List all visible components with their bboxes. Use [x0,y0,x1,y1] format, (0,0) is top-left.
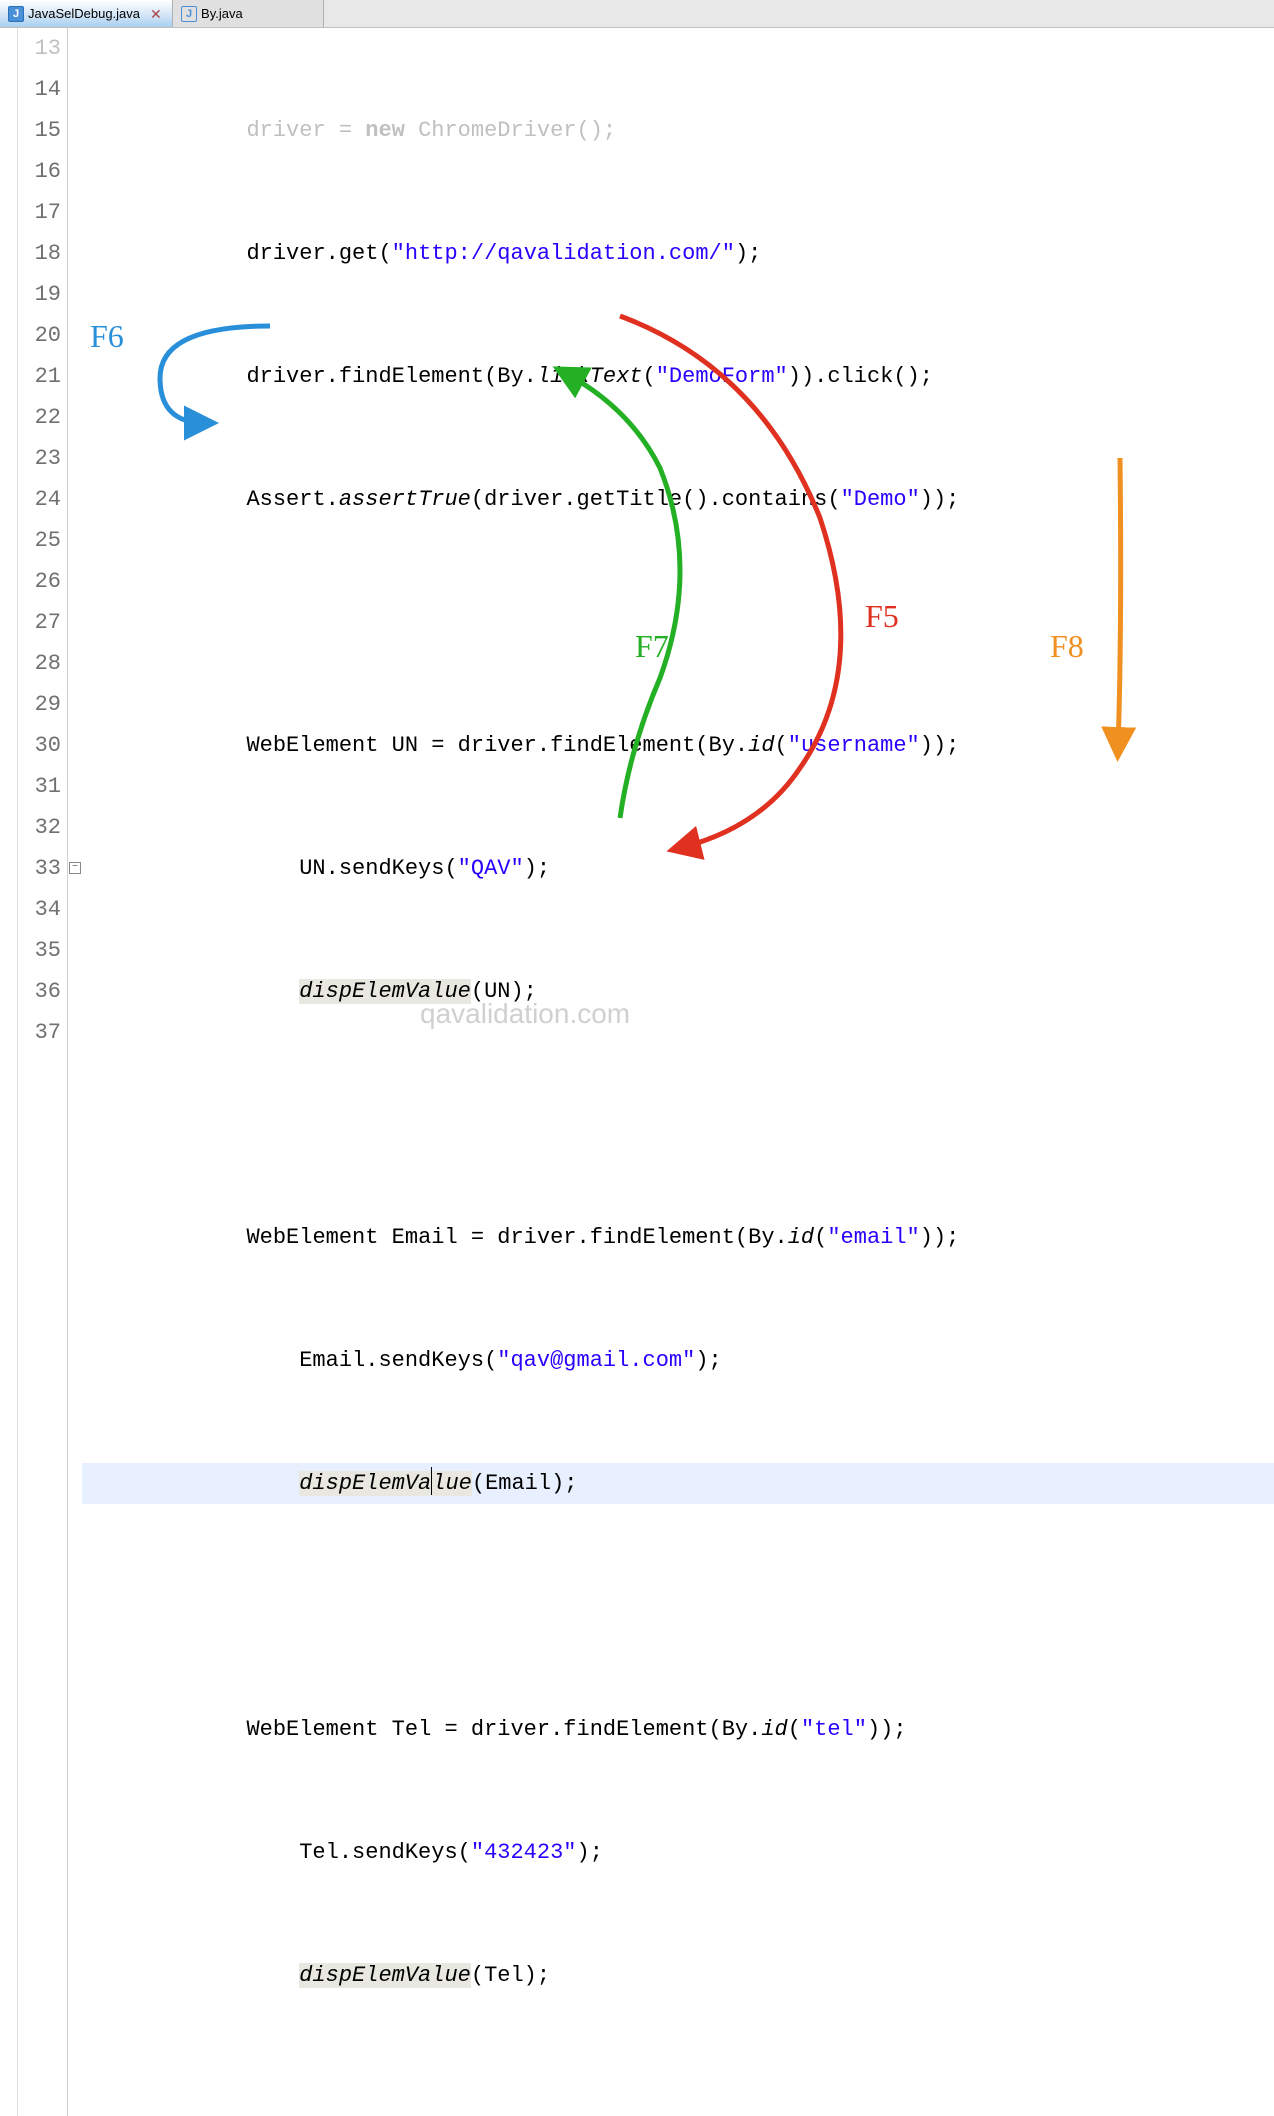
line-number: 18 [18,233,61,274]
line-number: 24 [18,479,61,520]
code-line: driver.findElement(By.linkText("DemoForm… [82,356,1274,397]
tab-by[interactable]: J By.java [173,0,324,27]
code-line: Assert.assertTrue(driver.getTitle().cont… [82,479,1274,520]
line-number: 19 [18,274,61,315]
code-line [82,1094,1274,1135]
code-line [82,2078,1274,2116]
code-line [82,1586,1274,1627]
code-line: driver.get("http://qavalidation.com/"); [82,233,1274,274]
code-editor[interactable]: 13 14 15 16 17 18 19 20 21 22 23 24 25 2… [0,28,1274,2116]
line-number: 23 [18,438,61,479]
tab-javaseldebug[interactable]: J JavaSelDebug.java ✕ [0,0,173,27]
line-number: 16 [18,151,61,192]
marker-gutter [0,28,18,2116]
code-line [82,602,1274,643]
java-file-icon: J [8,6,24,22]
fold-gutter: − [68,28,82,2116]
code-line: WebElement Email = driver.findElement(By… [82,1217,1274,1258]
code-line: WebElement Tel = driver.findElement(By.i… [82,1709,1274,1750]
line-number: 17 [18,192,61,233]
line-number: 34 [18,889,61,930]
code-line: dispElemValue(UN); [82,971,1274,1012]
line-number: 32 [18,807,61,848]
line-number: 13 [18,28,61,69]
line-number: 28 [18,643,61,684]
line-number: 35 [18,930,61,971]
code-line: Email.sendKeys("qav@gmail.com"); [82,1340,1274,1381]
code-line-current: dispElemValue(Email); [82,1463,1274,1504]
line-number: 27 [18,602,61,643]
code-line: WebElement UN = driver.findElement(By.id… [82,725,1274,766]
line-number: 14 [18,69,61,110]
line-number: 20 [18,315,61,356]
line-number: 33 [18,848,61,889]
code-line: driver = new ChromeDriver(); [82,110,1274,151]
line-number: 26 [18,561,61,602]
fold-collapse-icon[interactable]: − [69,862,81,874]
tab-label: By.java [201,6,243,21]
line-number: 31 [18,766,61,807]
line-number: 30 [18,725,61,766]
line-number: 15 [18,110,61,151]
close-icon[interactable]: ✕ [150,8,162,20]
line-number: 37 [18,1012,61,1053]
line-number: 36 [18,971,61,1012]
line-number: 25 [18,520,61,561]
tab-bar: J JavaSelDebug.java ✕ J By.java [0,0,1274,28]
line-number: 21 [18,356,61,397]
code-line: dispElemValue(Tel); [82,1955,1274,1996]
line-number: 29 [18,684,61,725]
line-number-gutter: 13 14 15 16 17 18 19 20 21 22 23 24 25 2… [18,28,68,2116]
line-number: 22 [18,397,61,438]
code-line: Tel.sendKeys("432423"); [82,1832,1274,1873]
tab-label: JavaSelDebug.java [28,6,140,21]
java-file-icon: J [181,6,197,22]
code-area[interactable]: driver = new ChromeDriver(); driver.get(… [82,28,1274,2116]
code-line: UN.sendKeys("QAV"); [82,848,1274,889]
